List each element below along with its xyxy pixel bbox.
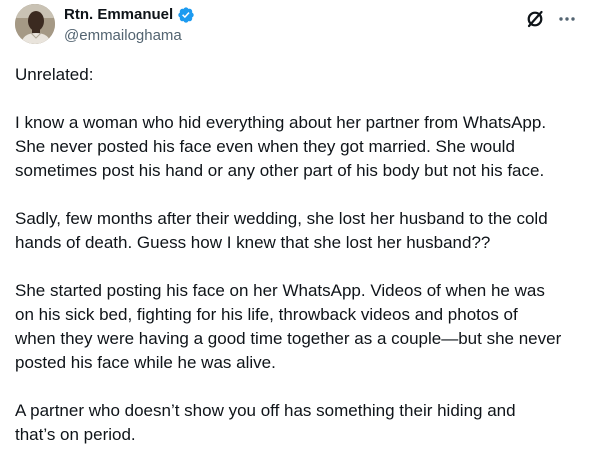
text-line: posted his face while he was alive. xyxy=(15,353,276,372)
tweet-paragraph: She started posting his face on her What… xyxy=(15,279,580,375)
text-line: She never posted his face even when they… xyxy=(15,137,515,156)
tweet-paragraph: Sadly, few months after their wedding, s… xyxy=(15,207,580,255)
tweet-paragraph: Unrelated: xyxy=(15,63,580,87)
tweet-actions xyxy=(524,8,578,30)
text-line: I know a woman who hid everything about … xyxy=(15,113,547,132)
text-line: She started posting his face on her What… xyxy=(15,281,545,300)
author-identity: Rtn. Emmanuel @emmailoghama xyxy=(64,5,195,46)
display-name[interactable]: Rtn. Emmanuel xyxy=(64,5,173,25)
grok-icon[interactable] xyxy=(524,8,546,30)
verified-badge-icon xyxy=(177,6,195,24)
more-icon[interactable] xyxy=(556,8,578,30)
avatar-image xyxy=(15,4,55,44)
text-line: when they were having a good time togeth… xyxy=(15,329,562,348)
tweet-paragraph: I know a woman who hid everything about … xyxy=(15,111,580,183)
text-line: hands of death. Guess how I knew that sh… xyxy=(15,233,491,252)
text-line: A partner who doesn’t show you off has s… xyxy=(15,401,516,420)
text-line: sometimes post his hand or any other par… xyxy=(15,161,545,180)
text-line: Sadly, few months after their wedding, s… xyxy=(15,209,548,228)
tweet: Rtn. Emmanuel @emmailoghama Unrelated: I… xyxy=(0,0,592,455)
avatar[interactable] xyxy=(15,4,55,44)
tweet-text: Unrelated: I know a woman who hid everyt… xyxy=(15,63,580,447)
text-line: that’s on period. xyxy=(15,425,136,444)
name-row: Rtn. Emmanuel xyxy=(64,5,195,25)
text-line: on his sick bed, fighting for his life, … xyxy=(15,305,518,324)
author-handle[interactable]: @emmailoghama xyxy=(64,26,195,46)
text-line: Unrelated: xyxy=(15,65,94,84)
tweet-paragraph: A partner who doesn’t show you off has s… xyxy=(15,399,580,447)
